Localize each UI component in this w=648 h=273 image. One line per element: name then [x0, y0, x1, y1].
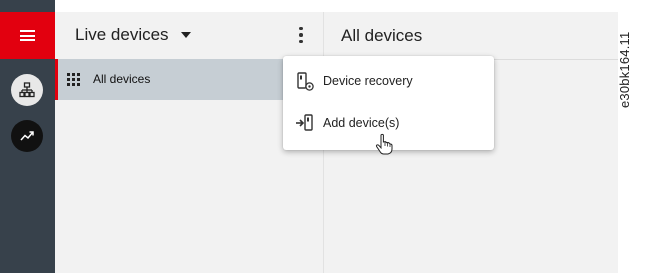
trend-chart-icon	[20, 131, 34, 141]
hamburger-icon	[20, 30, 35, 41]
caret-down-icon	[180, 32, 191, 38]
menu-button[interactable]	[0, 12, 55, 59]
hand-cursor-icon	[375, 133, 393, 155]
trend-nav-button[interactable]	[11, 120, 43, 152]
app-window: Live devices All devices All devices Dev…	[0, 0, 618, 273]
live-devices-dropdown[interactable]: Live devices	[75, 25, 191, 45]
menu-item-label: Device recovery	[323, 74, 413, 88]
panel-header: Live devices	[55, 12, 323, 60]
main-header: All devices	[324, 12, 618, 60]
menu-item-label: Add device(s)	[323, 116, 400, 130]
page-title: All devices	[341, 26, 423, 45]
device-recovery-icon	[297, 72, 314, 91]
devices-nav-button[interactable]	[11, 74, 43, 106]
menu-item-device-recovery[interactable]: Device recovery	[283, 62, 494, 102]
grid-icon	[67, 73, 80, 86]
list-item-label: All devices	[93, 72, 151, 86]
add-device-icon	[296, 114, 313, 131]
figure-id-label: e30bk164.11	[617, 31, 632, 108]
panel-title-label: Live devices	[75, 25, 169, 44]
more-vertical-icon[interactable]	[293, 23, 309, 47]
network-tree-icon	[19, 82, 35, 98]
nav-rail	[0, 0, 55, 273]
